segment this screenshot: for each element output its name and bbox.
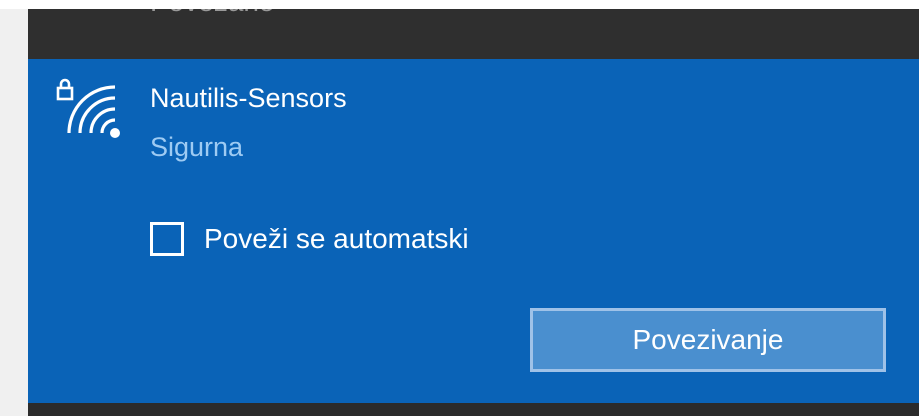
network-name: Nautilis-Sensors (150, 83, 347, 113)
network-flyout: Povezano Nautilis-Sensors Sigurna (28, 0, 919, 416)
page: Povezano Nautilis-Sensors Sigurna (0, 0, 919, 416)
connect-automatically-row[interactable]: Poveži se automatski (150, 217, 469, 261)
connect-automatically-checkbox[interactable] (150, 222, 184, 256)
wifi-secured-icon (54, 75, 124, 145)
connect-button[interactable]: Povezivanje (530, 308, 886, 372)
network-item-selected[interactable]: Nautilis-Sensors Sigurna Poveži se autom… (28, 59, 919, 403)
network-security-status: Sigurna (150, 132, 244, 162)
top-strip (0, 0, 919, 9)
left-gutter (0, 0, 28, 416)
next-network-item[interactable] (28, 403, 919, 416)
connect-automatically-label[interactable]: Poveži se automatski (204, 223, 469, 255)
